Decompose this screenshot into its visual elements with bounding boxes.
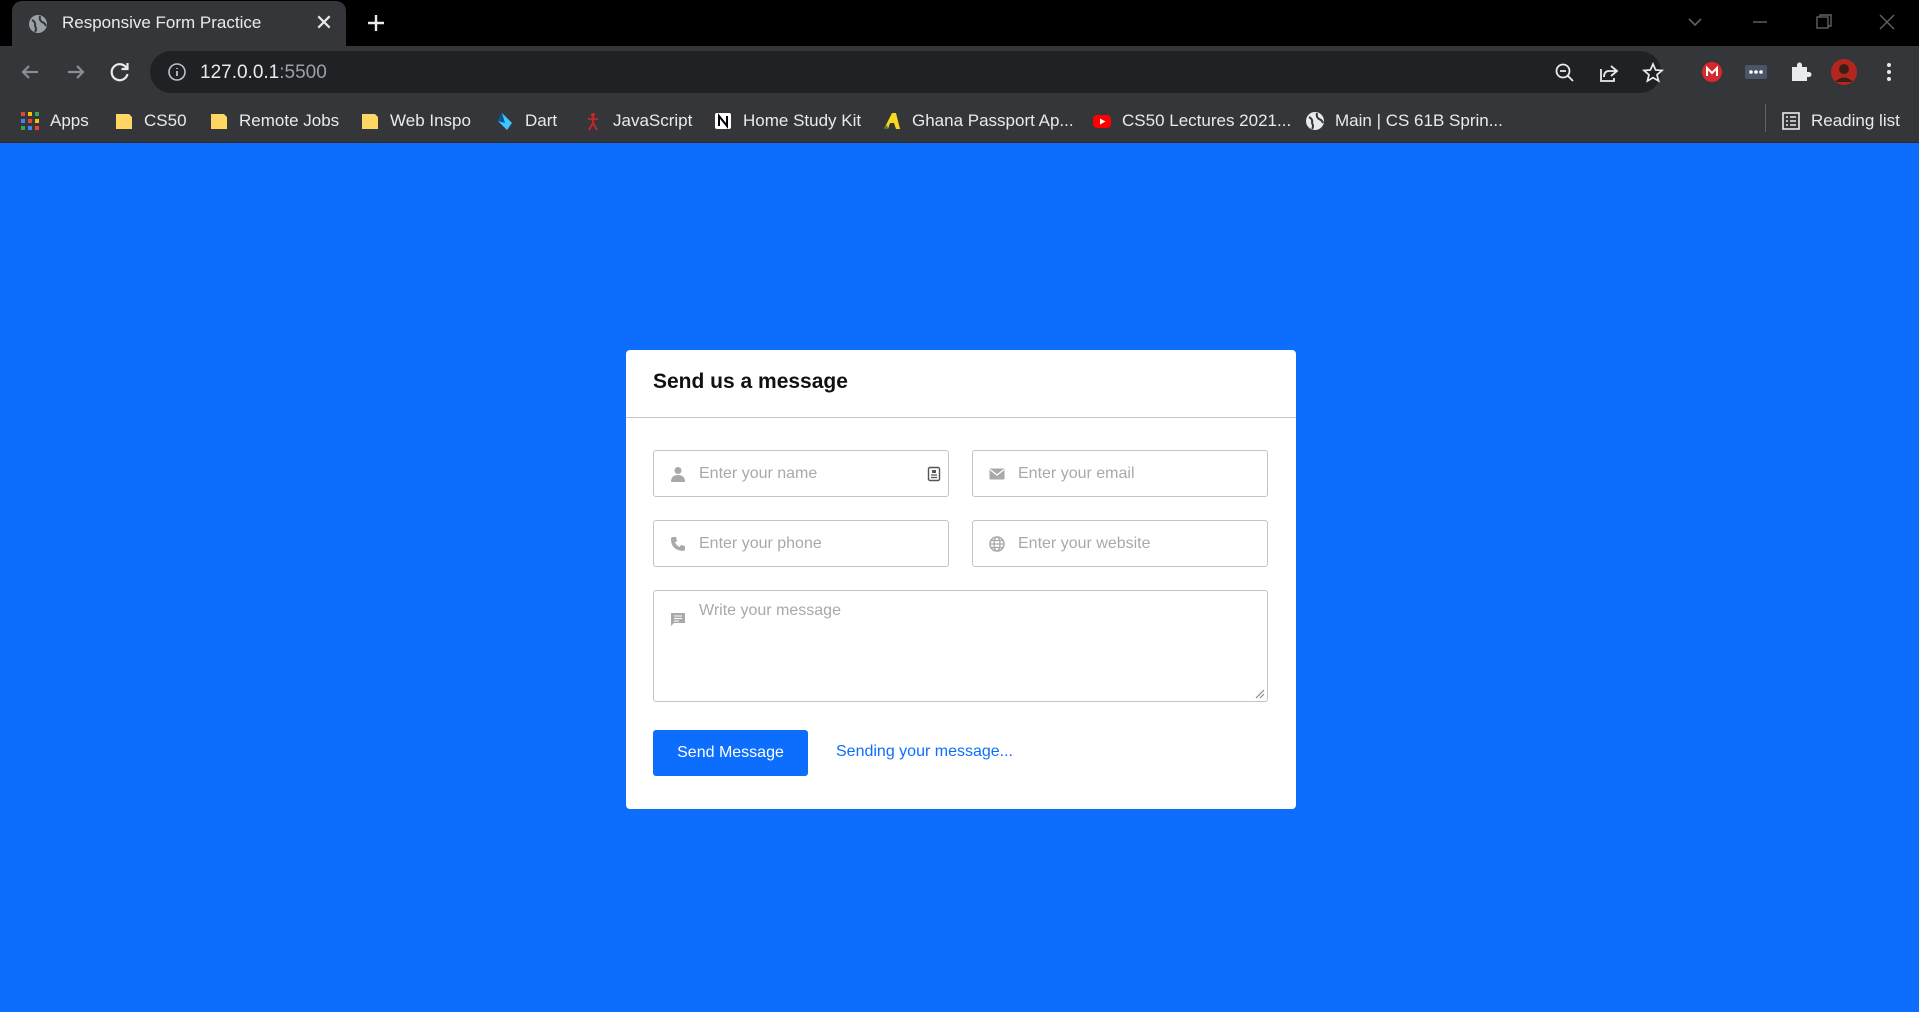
bookmark-label: Dart — [525, 110, 558, 130]
browser-tab[interactable]: Responsive Form Practice ✕ — [12, 1, 346, 46]
forward-icon[interactable] — [62, 58, 90, 86]
bookmark-label: Home Study Kit — [743, 110, 862, 130]
globe-icon — [989, 536, 1005, 552]
contact-form-card: Send us a message Enter your name Enter … — [626, 350, 1296, 809]
bookmark-label: JavaScript — [613, 110, 693, 130]
profile-avatar[interactable] — [1830, 58, 1858, 86]
name-field[interactable]: Enter your name — [653, 450, 949, 497]
ghana-icon — [884, 112, 900, 129]
dart-icon — [498, 112, 512, 130]
restore-icon[interactable] — [1808, 10, 1838, 34]
more-extension-icon[interactable] — [1742, 58, 1770, 86]
card-header: Send us a message — [626, 350, 1296, 418]
reading-list-label: Reading list — [1811, 110, 1900, 130]
email-placeholder: Enter your email — [1018, 465, 1135, 482]
reading-list-button[interactable]: Reading list — [1781, 98, 1900, 143]
envelope-icon — [989, 468, 1005, 480]
phone-placeholder: Enter your phone — [699, 535, 822, 552]
reload-icon[interactable] — [106, 58, 134, 86]
bookmark-label: CS50 — [144, 110, 187, 130]
share-icon[interactable] — [1597, 61, 1621, 85]
bookmarks-bar: Apps CS50 Remote Jobs Web Inspo Dart Jav… — [0, 98, 1919, 143]
reading-list-icon — [1782, 111, 1800, 130]
tab-title: Responsive Form Practice — [62, 13, 262, 32]
bookmark-javascript[interactable]: JavaScript — [583, 98, 692, 143]
tab-close-icon[interactable]: ✕ — [312, 11, 336, 35]
message-placeholder: Write your message — [699, 602, 841, 619]
globe-icon — [29, 15, 47, 33]
browser-toolbar: 127.0.0.1:5500 — [0, 46, 1919, 98]
bookmark-cs50-lectures[interactable]: CS50 Lectures 2021... — [1092, 98, 1291, 143]
bookmark-apps[interactable]: Apps — [20, 98, 89, 143]
name-placeholder: Enter your name — [699, 465, 818, 482]
bookmark-cs61b[interactable]: Main | CS 61B Sprin... — [1305, 98, 1503, 143]
mega-extension-icon[interactable] — [1698, 58, 1726, 86]
bookmark-home-study-kit[interactable]: Home Study Kit — [713, 98, 861, 143]
message-textarea[interactable]: Write your message — [653, 590, 1268, 702]
send-message-button[interactable]: Send Message — [653, 730, 808, 776]
sending-status: Sending your message... — [836, 743, 1013, 760]
bookmarks-separator — [1765, 104, 1766, 132]
bookmark-web-inspo[interactable]: Web Inspo — [360, 98, 471, 143]
tab-search-icon[interactable] — [1680, 10, 1710, 34]
url-text: 127.0.0.1:5500 — [200, 62, 327, 83]
folder-icon — [211, 113, 227, 129]
close-window-icon[interactable] — [1872, 10, 1902, 34]
autofill-icon[interactable] — [927, 466, 941, 482]
bookmark-ghana-passport[interactable]: Ghana Passport Ap... — [882, 98, 1074, 143]
bookmark-label: CS50 Lectures 2021... — [1122, 110, 1292, 130]
tab-strip: Responsive Form Practice ✕ — [0, 0, 1919, 46]
bookmark-dart[interactable]: Dart — [495, 98, 557, 143]
apps-grid-icon — [21, 111, 39, 130]
bookmark-label: Ghana Passport Ap... — [912, 110, 1074, 130]
youtube-icon — [1093, 114, 1111, 128]
folder-icon — [362, 113, 378, 129]
folder-icon — [116, 113, 132, 129]
site-info-icon[interactable] — [167, 62, 187, 82]
bookmark-label: Apps — [50, 110, 89, 130]
bookmark-cs50[interactable]: CS50 — [114, 98, 187, 143]
menu-dots-icon[interactable] — [1875, 58, 1903, 86]
form-title: Send us a message — [653, 370, 848, 393]
address-bar[interactable]: 127.0.0.1:5500 — [150, 51, 1665, 93]
zoom-icon[interactable] — [1553, 61, 1577, 85]
extensions-puzzle-icon[interactable] — [1786, 58, 1814, 86]
website-placeholder: Enter your website — [1018, 535, 1151, 552]
email-field[interactable]: Enter your email — [972, 450, 1268, 497]
minimize-icon[interactable] — [1745, 10, 1775, 34]
back-icon[interactable] — [16, 58, 44, 86]
javascript-icon — [588, 112, 598, 130]
bookmark-label: Web Inspo — [390, 110, 471, 130]
new-tab-icon[interactable] — [362, 9, 390, 37]
bookmark-label: Main | CS 61B Sprin... — [1335, 110, 1503, 130]
notion-icon — [715, 112, 731, 129]
bookmark-remote-jobs[interactable]: Remote Jobs — [209, 98, 339, 143]
user-icon — [671, 467, 685, 482]
bookmark-star-icon[interactable] — [1641, 61, 1665, 85]
website-field[interactable]: Enter your website — [972, 520, 1268, 567]
bookmark-label: Remote Jobs — [239, 110, 340, 130]
phone-field[interactable]: Enter your phone — [653, 520, 949, 567]
resize-handle-icon[interactable] — [1253, 687, 1265, 699]
comment-icon — [671, 613, 685, 626]
phone-icon — [671, 537, 685, 551]
globe-icon — [1306, 111, 1324, 130]
